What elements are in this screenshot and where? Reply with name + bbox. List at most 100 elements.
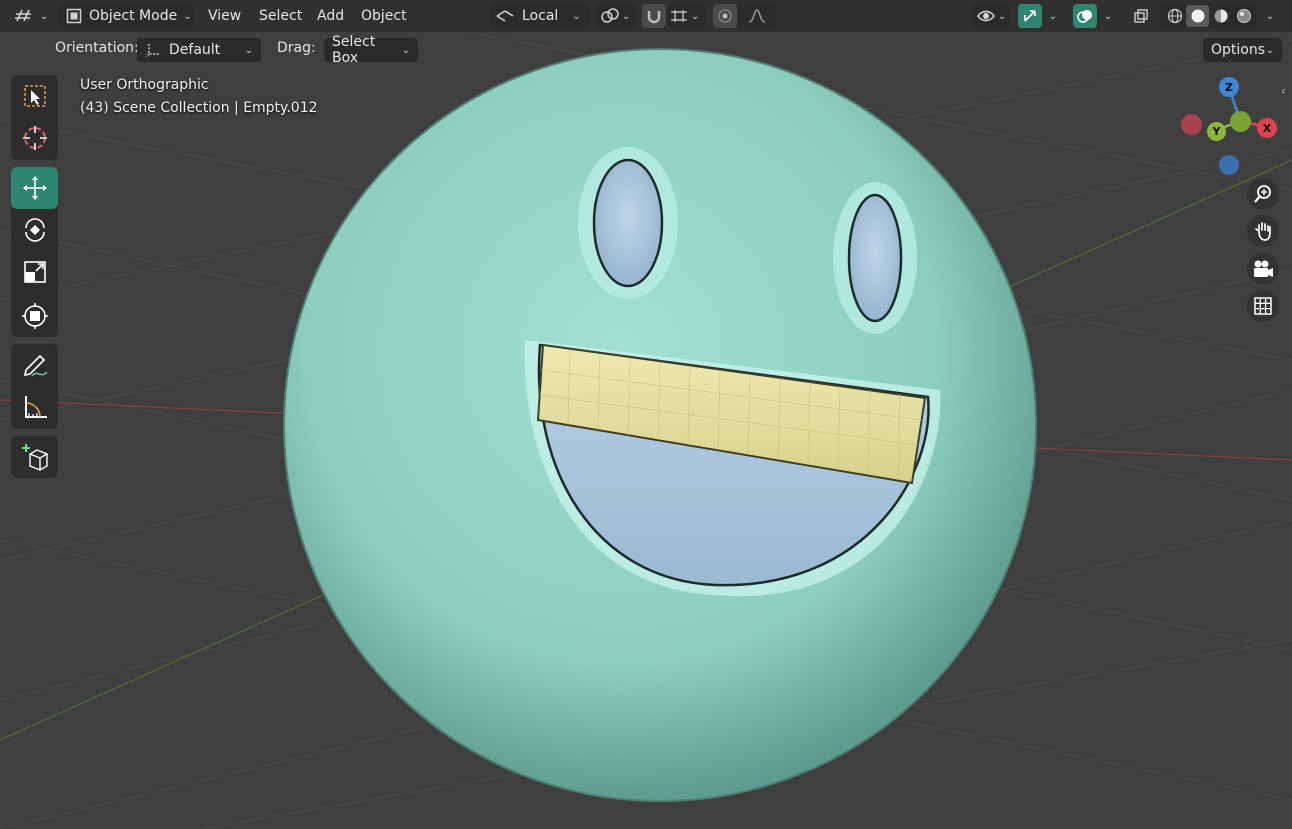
chevron-down-icon: ⌄ [244, 44, 253, 56]
eye-icon [976, 8, 996, 24]
3d-viewport[interactable] [0, 0, 1292, 829]
toolbar-annotate-group [11, 344, 58, 429]
rotate-icon [24, 218, 45, 242]
xray-toggle[interactable] [1129, 4, 1153, 28]
select-box-icon [23, 85, 46, 107]
sidebar-toggle-arrow[interactable]: ‹ [1281, 84, 1292, 100]
tool-select-box[interactable] [11, 75, 58, 117]
shading-dropdown[interactable]: ⌄ [1260, 4, 1280, 28]
scale-icon [23, 261, 46, 283]
toolbar-select-group [11, 75, 58, 160]
shading-mode-group [1160, 4, 1256, 28]
smiley-object [283, 48, 1037, 802]
snap-toggle[interactable] [642, 4, 666, 28]
falloff-curve-icon [747, 8, 767, 24]
rendered-shading-icon[interactable] [1232, 8, 1255, 24]
gizmo-neg-y[interactable] [1230, 111, 1251, 132]
link-icon [600, 7, 620, 25]
options-dropdown[interactable]: Options ⌄ [1203, 38, 1282, 62]
snap-target-dropdown[interactable]: ⌄ [667, 4, 705, 28]
menu-add[interactable]: Add [317, 6, 344, 26]
magnet-icon [646, 8, 662, 24]
tool-cursor[interactable] [11, 117, 58, 159]
move-icon [22, 176, 47, 200]
chevron-down-icon: ⌄ [1265, 44, 1274, 56]
gizmo-x[interactable]: X [1257, 118, 1277, 138]
menu-view[interactable]: View [208, 6, 241, 26]
chevron-down-icon: ⌄ [998, 10, 1007, 22]
zoom-button[interactable] [1247, 178, 1279, 210]
chevron-down-icon: ⌄ [183, 10, 192, 22]
tool-move[interactable] [11, 167, 58, 209]
navigation-gizmo[interactable]: Z Y X [1170, 72, 1280, 182]
gizmo-neg-x[interactable] [1181, 114, 1202, 135]
pivot-point-dropdown[interactable]: ⌄ [596, 4, 636, 28]
local-orientation-icon [495, 8, 515, 24]
overlays-dropdown[interactable]: ⌄ [1098, 4, 1118, 28]
tool-annotate[interactable] [11, 344, 58, 386]
editor-type-button[interactable]: ⌄ [14, 4, 50, 28]
chevron-down-icon: ⌄ [40, 10, 49, 22]
grid-icon [1254, 297, 1272, 315]
snap-increment-icon [669, 8, 689, 24]
menu-select[interactable]: Select [259, 6, 302, 26]
xray-icon [1133, 8, 1149, 24]
chevron-down-icon: ⌄ [572, 10, 581, 22]
gizmo-toggle[interactable] [1018, 4, 1042, 28]
add-cube-icon [21, 444, 48, 471]
overlays-toggle[interactable] [1073, 4, 1097, 28]
drag-dropdown[interactable]: Select Box ⌄ [324, 34, 418, 66]
material-shading-icon[interactable] [1209, 8, 1232, 24]
tool-scale[interactable] [11, 251, 58, 293]
camera-view-button[interactable] [1247, 253, 1279, 285]
visibility-dropdown[interactable]: ⌄ [972, 4, 1010, 28]
orientation-caption: Orientation: [55, 40, 139, 56]
viewport-editor-icon [14, 7, 34, 25]
orientation-gizmo-icon [145, 42, 161, 58]
wireframe-shading-icon[interactable] [1163, 8, 1186, 24]
tool-add-cube[interactable] [11, 436, 58, 478]
viewport-header: ⌄ Object Mode ⌄ View Select Add Object L… [0, 0, 1292, 32]
gizmo-icon [1022, 8, 1038, 24]
falloff-dropdown[interactable] [738, 4, 776, 28]
drag-value: Select Box [332, 34, 376, 66]
camera-icon [1254, 260, 1273, 277]
scene-render[interactable] [0, 0, 1292, 829]
zoom-icon [1254, 185, 1271, 203]
proportional-edit-icon [717, 8, 733, 24]
measure-icon [24, 396, 47, 418]
chevron-down-icon: ⌄ [1103, 10, 1113, 22]
transform-orientation-dropdown[interactable]: Local ⌄ [490, 4, 589, 28]
proportional-edit-toggle[interactable] [713, 4, 737, 28]
view-name: User Orthographic [80, 77, 209, 93]
gizmo-z[interactable]: Z [1219, 77, 1239, 97]
mode-dropdown[interactable]: Object Mode ⌄ [59, 4, 193, 28]
tool-measure[interactable] [11, 386, 58, 428]
pan-button[interactable] [1247, 215, 1279, 247]
tool-rotate[interactable] [11, 209, 58, 251]
object-mode-icon [65, 7, 83, 25]
menu-object[interactable]: Object [361, 6, 407, 26]
chevron-down-icon: ⌄ [1265, 10, 1275, 22]
chevron-down-icon: ⌄ [401, 44, 410, 56]
gizmo-y[interactable]: Y [1207, 122, 1226, 141]
gizmo-dropdown[interactable]: ⌄ [1043, 4, 1063, 28]
annotate-icon [23, 354, 48, 377]
scene-info: (43) Scene Collection | Empty.012 [80, 100, 318, 116]
toolbar-add-group [11, 436, 58, 478]
gizmo-neg-z[interactable] [1219, 155, 1239, 175]
orientation-value: Default [169, 42, 221, 58]
chevron-down-icon: ⌄ [1048, 10, 1058, 22]
chevron-down-icon: ⌄ [691, 10, 700, 22]
chevron-down-icon: ⌄ [622, 10, 631, 22]
toolbar-transform-group [11, 167, 58, 337]
transform-icon [21, 303, 48, 329]
perspective-toggle-button[interactable] [1247, 290, 1279, 322]
overlays-icon [1077, 8, 1093, 24]
options-label: Options [1211, 42, 1266, 58]
hand-icon [1255, 222, 1271, 241]
tool-transform[interactable] [11, 295, 58, 337]
solid-shading-icon[interactable] [1186, 5, 1209, 27]
drag-caption: Drag: [277, 40, 316, 56]
orientation-dropdown[interactable]: Default ⌄ [137, 38, 261, 62]
